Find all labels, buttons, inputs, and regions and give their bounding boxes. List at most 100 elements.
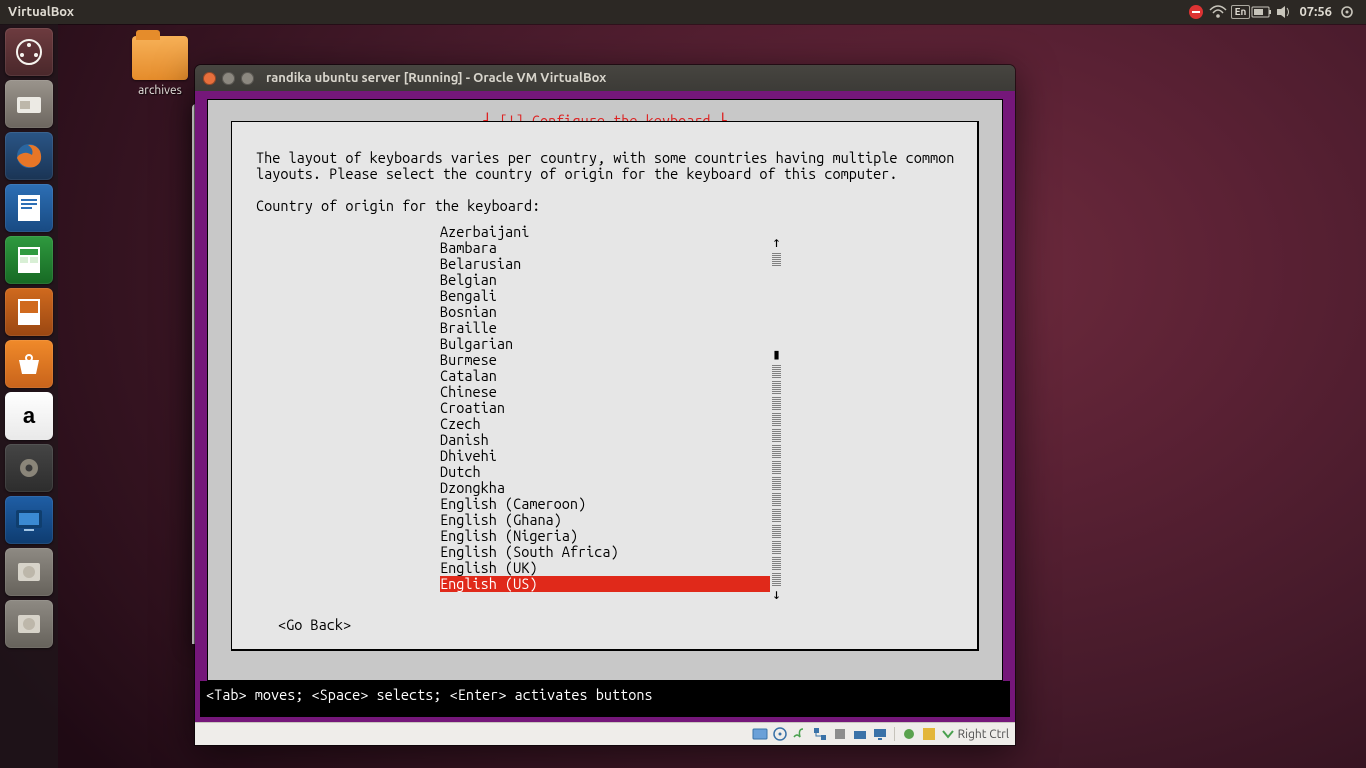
launcher-files[interactable] — [5, 80, 53, 128]
country-option-label: English (UK) — [440, 560, 770, 576]
country-option-label: Braille — [440, 320, 770, 336]
country-option-label: Croatian — [440, 400, 770, 416]
country-option[interactable]: Bosnian — [440, 304, 959, 320]
guest-framebuffer[interactable]: ┤ [!] Configure the keyboard ├ The layou… — [195, 91, 1015, 723]
status-recording-icon[interactable] — [901, 726, 917, 742]
country-option[interactable]: Azerbaijani — [440, 224, 959, 240]
folder-icon — [132, 36, 188, 80]
country-option-label: English (Ghana) — [440, 512, 770, 528]
country-option[interactable]: English (UK) — [440, 560, 959, 576]
country-option-label: English (US) — [440, 576, 770, 592]
window-minimize-button[interactable] — [222, 72, 235, 85]
dialog-instructions-line: layouts. Please select the country of or… — [256, 166, 953, 182]
keyboard-country-list[interactable]: AzerbaijaniBambaraBelarusianBelgianBenga… — [440, 224, 959, 592]
framebuffer-bottom-strip: <Tab> moves; <Space> selects; <Enter> ac… — [200, 681, 1010, 717]
status-hdd-icon[interactable] — [752, 726, 768, 742]
country-option[interactable]: Burmese — [440, 352, 959, 368]
chevron-down-icon — [941, 728, 955, 740]
volume-icon[interactable] — [1273, 5, 1295, 19]
window-close-button[interactable] — [203, 72, 216, 85]
amazon-a-icon: a — [23, 403, 35, 429]
launcher-dash[interactable] — [5, 28, 53, 76]
country-option[interactable]: English (South Africa) — [440, 544, 959, 560]
country-option[interactable]: Braille — [440, 320, 959, 336]
country-option[interactable]: Chinese — [440, 384, 959, 400]
status-guest-additions-icon[interactable] — [921, 726, 937, 742]
status-audio-icon[interactable] — [792, 726, 808, 742]
launcher-virtualbox[interactable] — [5, 496, 53, 544]
launcher-software-center[interactable] — [5, 340, 53, 388]
go-back-button[interactable]: <Go Back> — [278, 617, 351, 633]
status-usb-icon[interactable] — [832, 726, 848, 742]
country-option-label: Bosnian — [440, 304, 770, 320]
country-option-label: Danish — [440, 432, 770, 448]
installer-help-line: <Tab> moves; <Space> selects; <Enter> ac… — [206, 687, 653, 703]
session-gear-icon[interactable] — [1336, 5, 1358, 19]
country-option[interactable]: Catalan — [440, 368, 959, 384]
country-option[interactable]: Dutch — [440, 464, 959, 480]
status-optical-icon[interactable] — [772, 726, 788, 742]
battery-icon[interactable] — [1251, 6, 1273, 18]
country-option-label: Burmese — [440, 352, 770, 368]
country-option[interactable]: English (Ghana) — [440, 512, 959, 528]
dialog-instructions: The layout of keyboards varies per count… — [256, 150, 953, 182]
host-key-indicator[interactable]: Right Ctrl — [941, 728, 1009, 741]
country-option-label: Dhivehi — [440, 448, 770, 464]
error-indicator-icon[interactable] — [1185, 4, 1207, 20]
country-option[interactable]: Belgian — [440, 272, 959, 288]
country-option-label: Belgian — [440, 272, 770, 288]
virtualbox-window: randika ubuntu server [Running] - Oracle… — [195, 65, 1015, 745]
desktop-background: VirtualBox En 07:56 — [0, 0, 1366, 768]
country-option-label: Czech — [440, 416, 770, 432]
country-option[interactable]: English (US) — [440, 576, 959, 592]
launcher-settings[interactable] — [5, 444, 53, 492]
dialog-prompt: Country of origin for the keyboard: — [256, 198, 953, 214]
launcher-firefox[interactable] — [5, 132, 53, 180]
launcher-disk-a[interactable] — [5, 548, 53, 596]
country-option[interactable]: Danish — [440, 432, 959, 448]
country-option-label: Bambara — [440, 240, 770, 256]
country-option[interactable]: English (Nigeria) — [440, 528, 959, 544]
unity-launcher: a — [0, 24, 58, 768]
launcher-calc[interactable] — [5, 236, 53, 284]
dialog-instructions-line: The layout of keyboards varies per count… — [256, 150, 953, 166]
country-option-label: Chinese — [440, 384, 770, 400]
country-option-label: Bulgarian — [440, 336, 770, 352]
country-option[interactable]: Bengali — [440, 288, 959, 304]
country-option[interactable]: Bambara — [440, 240, 959, 256]
status-display-icon[interactable] — [872, 726, 888, 742]
window-titlebar[interactable]: randika ubuntu server [Running] - Oracle… — [195, 65, 1015, 91]
window-title: randika ubuntu server [Running] - Oracle… — [266, 71, 606, 85]
network-wifi-icon[interactable] — [1207, 5, 1229, 19]
status-network-icon[interactable] — [812, 726, 828, 742]
status-shared-folders-icon[interactable] — [852, 726, 868, 742]
active-app-title: VirtualBox — [8, 5, 74, 19]
country-option[interactable]: Dzongkha — [440, 480, 959, 496]
launcher-writer[interactable] — [5, 184, 53, 232]
host-key-label: Right Ctrl — [958, 728, 1009, 741]
list-scroll-indicator: ↑ ▮ — [772, 234, 781, 602]
country-option-label: Catalan — [440, 368, 770, 384]
country-option-label: Belarusian — [440, 256, 770, 272]
launcher-disk-b[interactable] — [5, 600, 53, 648]
country-option-label: Azerbaijani — [440, 224, 770, 240]
country-option-label: English (South Africa) — [440, 544, 770, 560]
clock[interactable]: 07:56 — [1299, 5, 1332, 19]
keyboard-layout-indicator[interactable]: En — [1229, 5, 1251, 19]
country-option[interactable]: Belarusian — [440, 256, 959, 272]
country-option-label: Bengali — [440, 288, 770, 304]
country-option[interactable]: Czech — [440, 416, 959, 432]
country-option[interactable]: English (Cameroon) — [440, 496, 959, 512]
launcher-impress[interactable] — [5, 288, 53, 336]
country-option[interactable]: Croatian — [440, 400, 959, 416]
launcher-amazon[interactable]: a — [5, 392, 53, 440]
country-option[interactable]: Bulgarian — [440, 336, 959, 352]
window-maximize-button[interactable] — [241, 72, 254, 85]
country-option-label: English (Cameroon) — [440, 496, 770, 512]
country-option-label: English (Nigeria) — [440, 528, 770, 544]
installer-screen: ┤ [!] Configure the keyboard ├ The layou… — [207, 99, 1003, 681]
country-option[interactable]: Dhivehi — [440, 448, 959, 464]
country-option-label: Dutch — [440, 464, 770, 480]
country-option-label: Dzongkha — [440, 480, 770, 496]
virtualbox-status-bar: Right Ctrl — [195, 722, 1015, 745]
